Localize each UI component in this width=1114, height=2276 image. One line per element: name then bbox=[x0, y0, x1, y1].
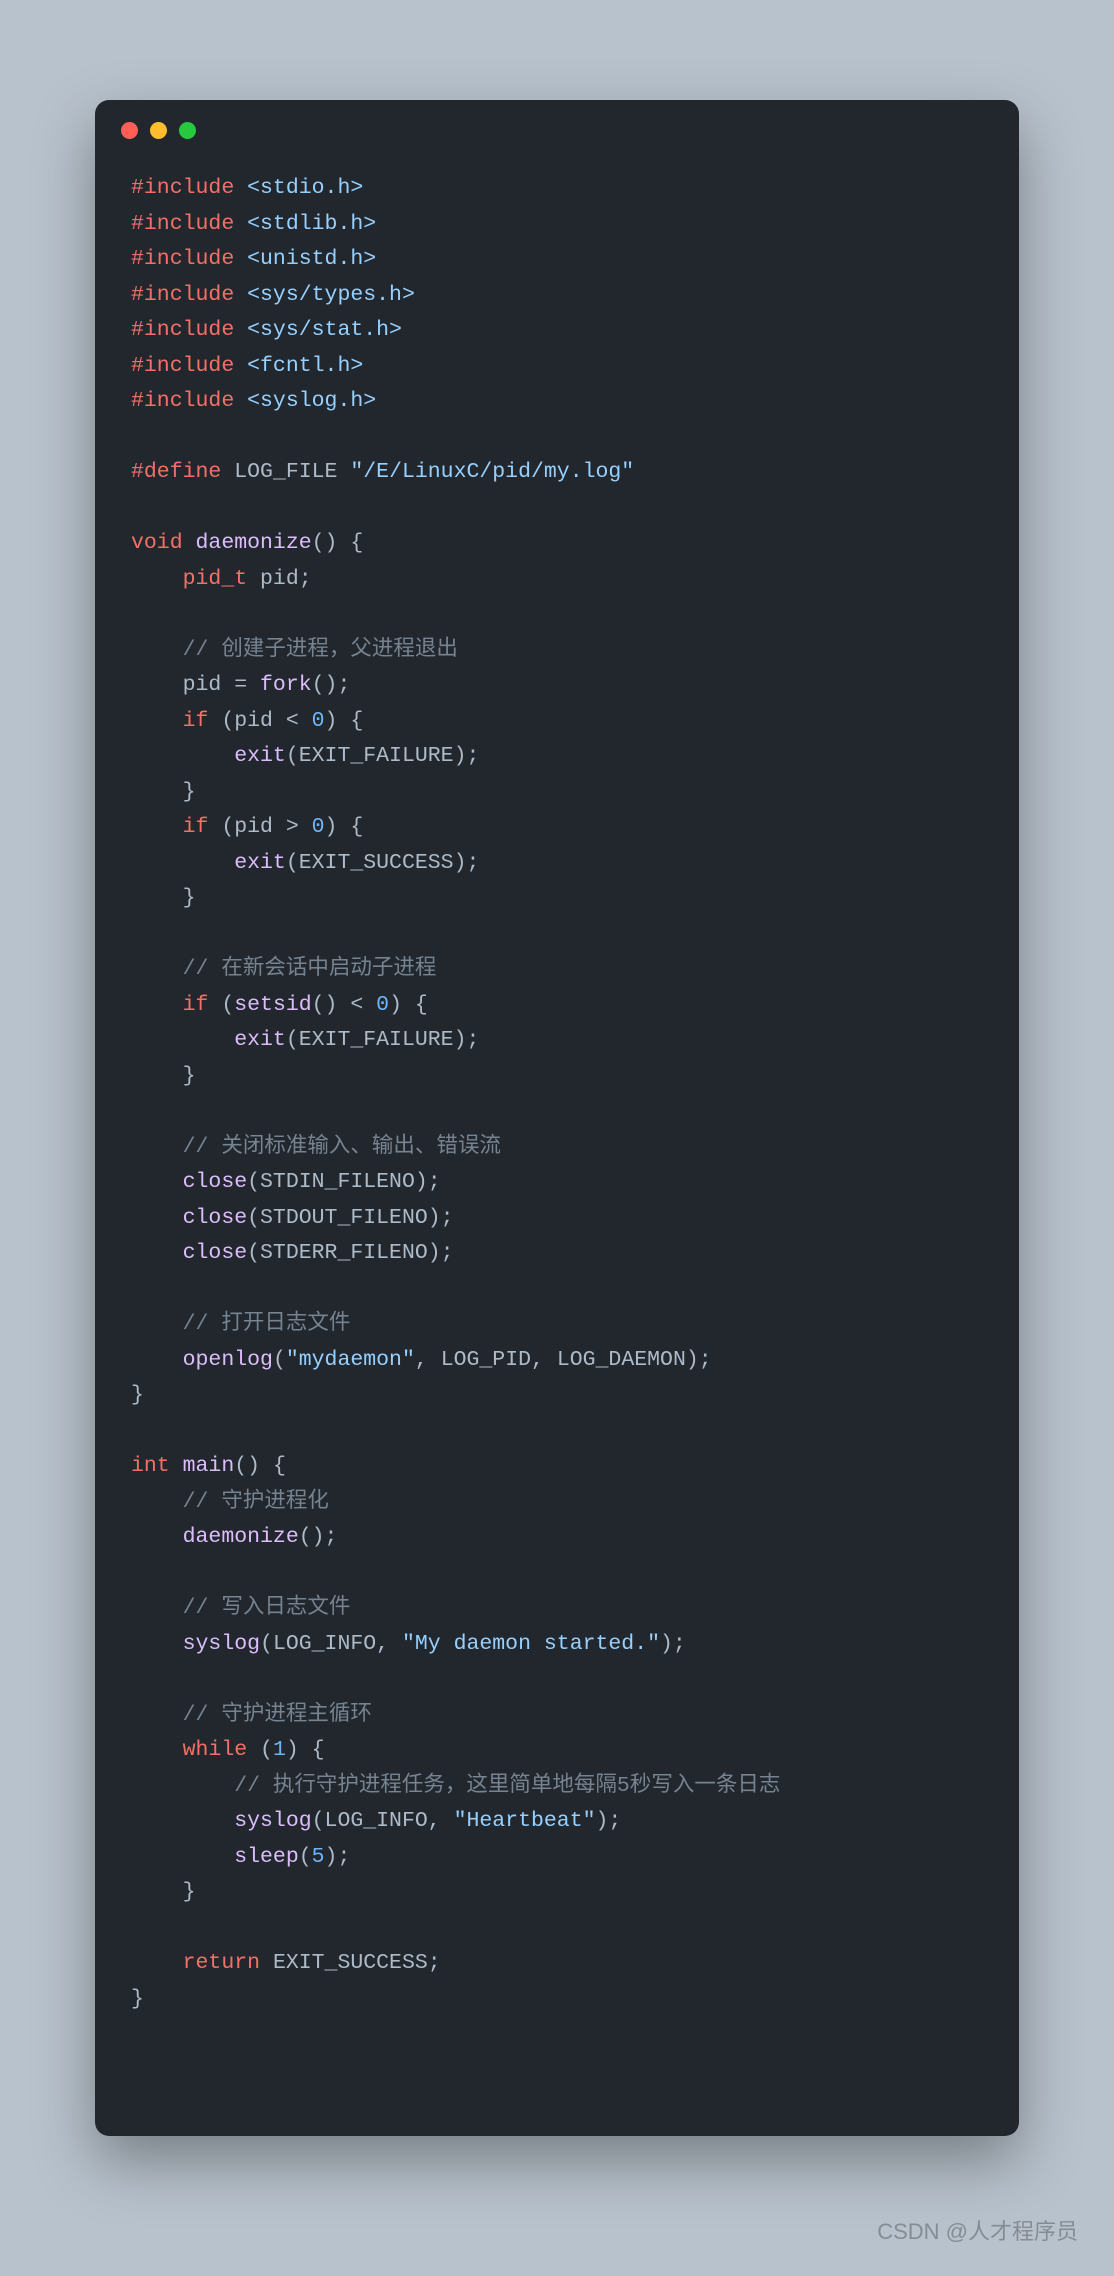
fn-daemonize: daemonize bbox=[183, 1525, 299, 1549]
comment: // 执行守护进程任务，这里简单地每隔5秒写入一条日志 bbox=[234, 1774, 780, 1798]
include-path: <stdio.h> bbox=[247, 176, 363, 200]
include-path: <sys/stat.h> bbox=[247, 318, 402, 342]
kw-include: #include bbox=[131, 318, 234, 342]
const-loginfo: LOG_INFO bbox=[325, 1809, 428, 1833]
fn-close: close bbox=[183, 1206, 248, 1230]
var-pid: pid bbox=[260, 567, 299, 591]
const-stderr: STDERR_FILENO bbox=[260, 1241, 428, 1265]
fn-exit: exit bbox=[234, 1028, 286, 1052]
minimize-icon[interactable] bbox=[150, 122, 167, 139]
num-zero: 0 bbox=[312, 815, 325, 839]
kw-int: int bbox=[131, 1454, 170, 1478]
kw-include: #include bbox=[131, 389, 234, 413]
const-logpid: LOG_PID bbox=[441, 1348, 531, 1372]
num-five: 5 bbox=[312, 1845, 325, 1869]
kw-void: void bbox=[131, 531, 183, 555]
kw-if: if bbox=[183, 993, 209, 1017]
kw-return: return bbox=[183, 1951, 260, 1975]
comment: // 关闭标准输入、输出、错误流 bbox=[183, 1135, 501, 1159]
kw-while: while bbox=[183, 1738, 248, 1762]
maximize-icon[interactable] bbox=[179, 122, 196, 139]
comment: // 守护进程主循环 bbox=[183, 1703, 372, 1727]
num-zero: 0 bbox=[312, 709, 325, 733]
kw-define: #define bbox=[131, 460, 221, 484]
fn-daemonize: daemonize bbox=[196, 531, 312, 555]
kw-if: if bbox=[183, 709, 209, 733]
const-exit-failure: EXIT_FAILURE bbox=[299, 1028, 454, 1052]
fn-syslog: syslog bbox=[234, 1809, 311, 1833]
str-started: "My daemon started." bbox=[402, 1632, 660, 1656]
fn-close: close bbox=[183, 1170, 248, 1194]
const-exit-failure: EXIT_FAILURE bbox=[299, 744, 454, 768]
comment: // 在新会话中启动子进程 bbox=[183, 957, 437, 981]
code-block: #include <stdio.h> #include <stdlib.h> #… bbox=[95, 149, 1019, 2047]
include-path: <stdlib.h> bbox=[247, 212, 376, 236]
comment: // 创建子进程，父进程退出 bbox=[183, 638, 458, 662]
define-name: LOG_FILE bbox=[234, 460, 337, 484]
kw-if: if bbox=[183, 815, 209, 839]
fn-fork: fork bbox=[260, 673, 312, 697]
const-stdin: STDIN_FILENO bbox=[260, 1170, 415, 1194]
const-exit-success: EXIT_SUCCESS bbox=[299, 851, 454, 875]
define-value: "/E/LinuxC/pid/my.log" bbox=[350, 460, 634, 484]
watermark-text: CSDN @人才程序员 bbox=[877, 2214, 1078, 2246]
fn-main: main bbox=[183, 1454, 235, 1478]
const-stdout: STDOUT_FILENO bbox=[260, 1206, 428, 1230]
fn-close: close bbox=[183, 1241, 248, 1265]
comment: // 打开日志文件 bbox=[183, 1312, 351, 1336]
window-titlebar bbox=[95, 100, 1019, 149]
fn-exit: exit bbox=[234, 851, 286, 875]
num-zero: 0 bbox=[376, 993, 389, 1017]
kw-include: #include bbox=[131, 354, 234, 378]
close-icon[interactable] bbox=[121, 122, 138, 139]
fn-openlog: openlog bbox=[183, 1348, 273, 1372]
fn-setsid: setsid bbox=[234, 993, 311, 1017]
kw-include: #include bbox=[131, 247, 234, 271]
num-one: 1 bbox=[273, 1738, 286, 1762]
type-pid: pid_t bbox=[183, 567, 248, 591]
kw-include: #include bbox=[131, 283, 234, 307]
comment: // 守护进程化 bbox=[183, 1490, 329, 1514]
code-window: #include <stdio.h> #include <stdlib.h> #… bbox=[95, 100, 1019, 2136]
str-mydaemon: "mydaemon" bbox=[286, 1348, 415, 1372]
include-path: <unistd.h> bbox=[247, 247, 376, 271]
const-logdaemon: LOG_DAEMON bbox=[557, 1348, 686, 1372]
include-path: <sys/types.h> bbox=[247, 283, 415, 307]
kw-include: #include bbox=[131, 176, 234, 200]
fn-exit: exit bbox=[234, 744, 286, 768]
include-path: <syslog.h> bbox=[247, 389, 376, 413]
fn-sleep: sleep bbox=[234, 1845, 299, 1869]
const-exit-success: EXIT_SUCCESS bbox=[273, 1951, 428, 1975]
include-path: <fcntl.h> bbox=[247, 354, 363, 378]
const-loginfo: LOG_INFO bbox=[273, 1632, 376, 1656]
fn-syslog: syslog bbox=[183, 1632, 260, 1656]
comment: // 写入日志文件 bbox=[183, 1596, 351, 1620]
str-heartbeat: "Heartbeat" bbox=[454, 1809, 596, 1833]
kw-include: #include bbox=[131, 212, 234, 236]
